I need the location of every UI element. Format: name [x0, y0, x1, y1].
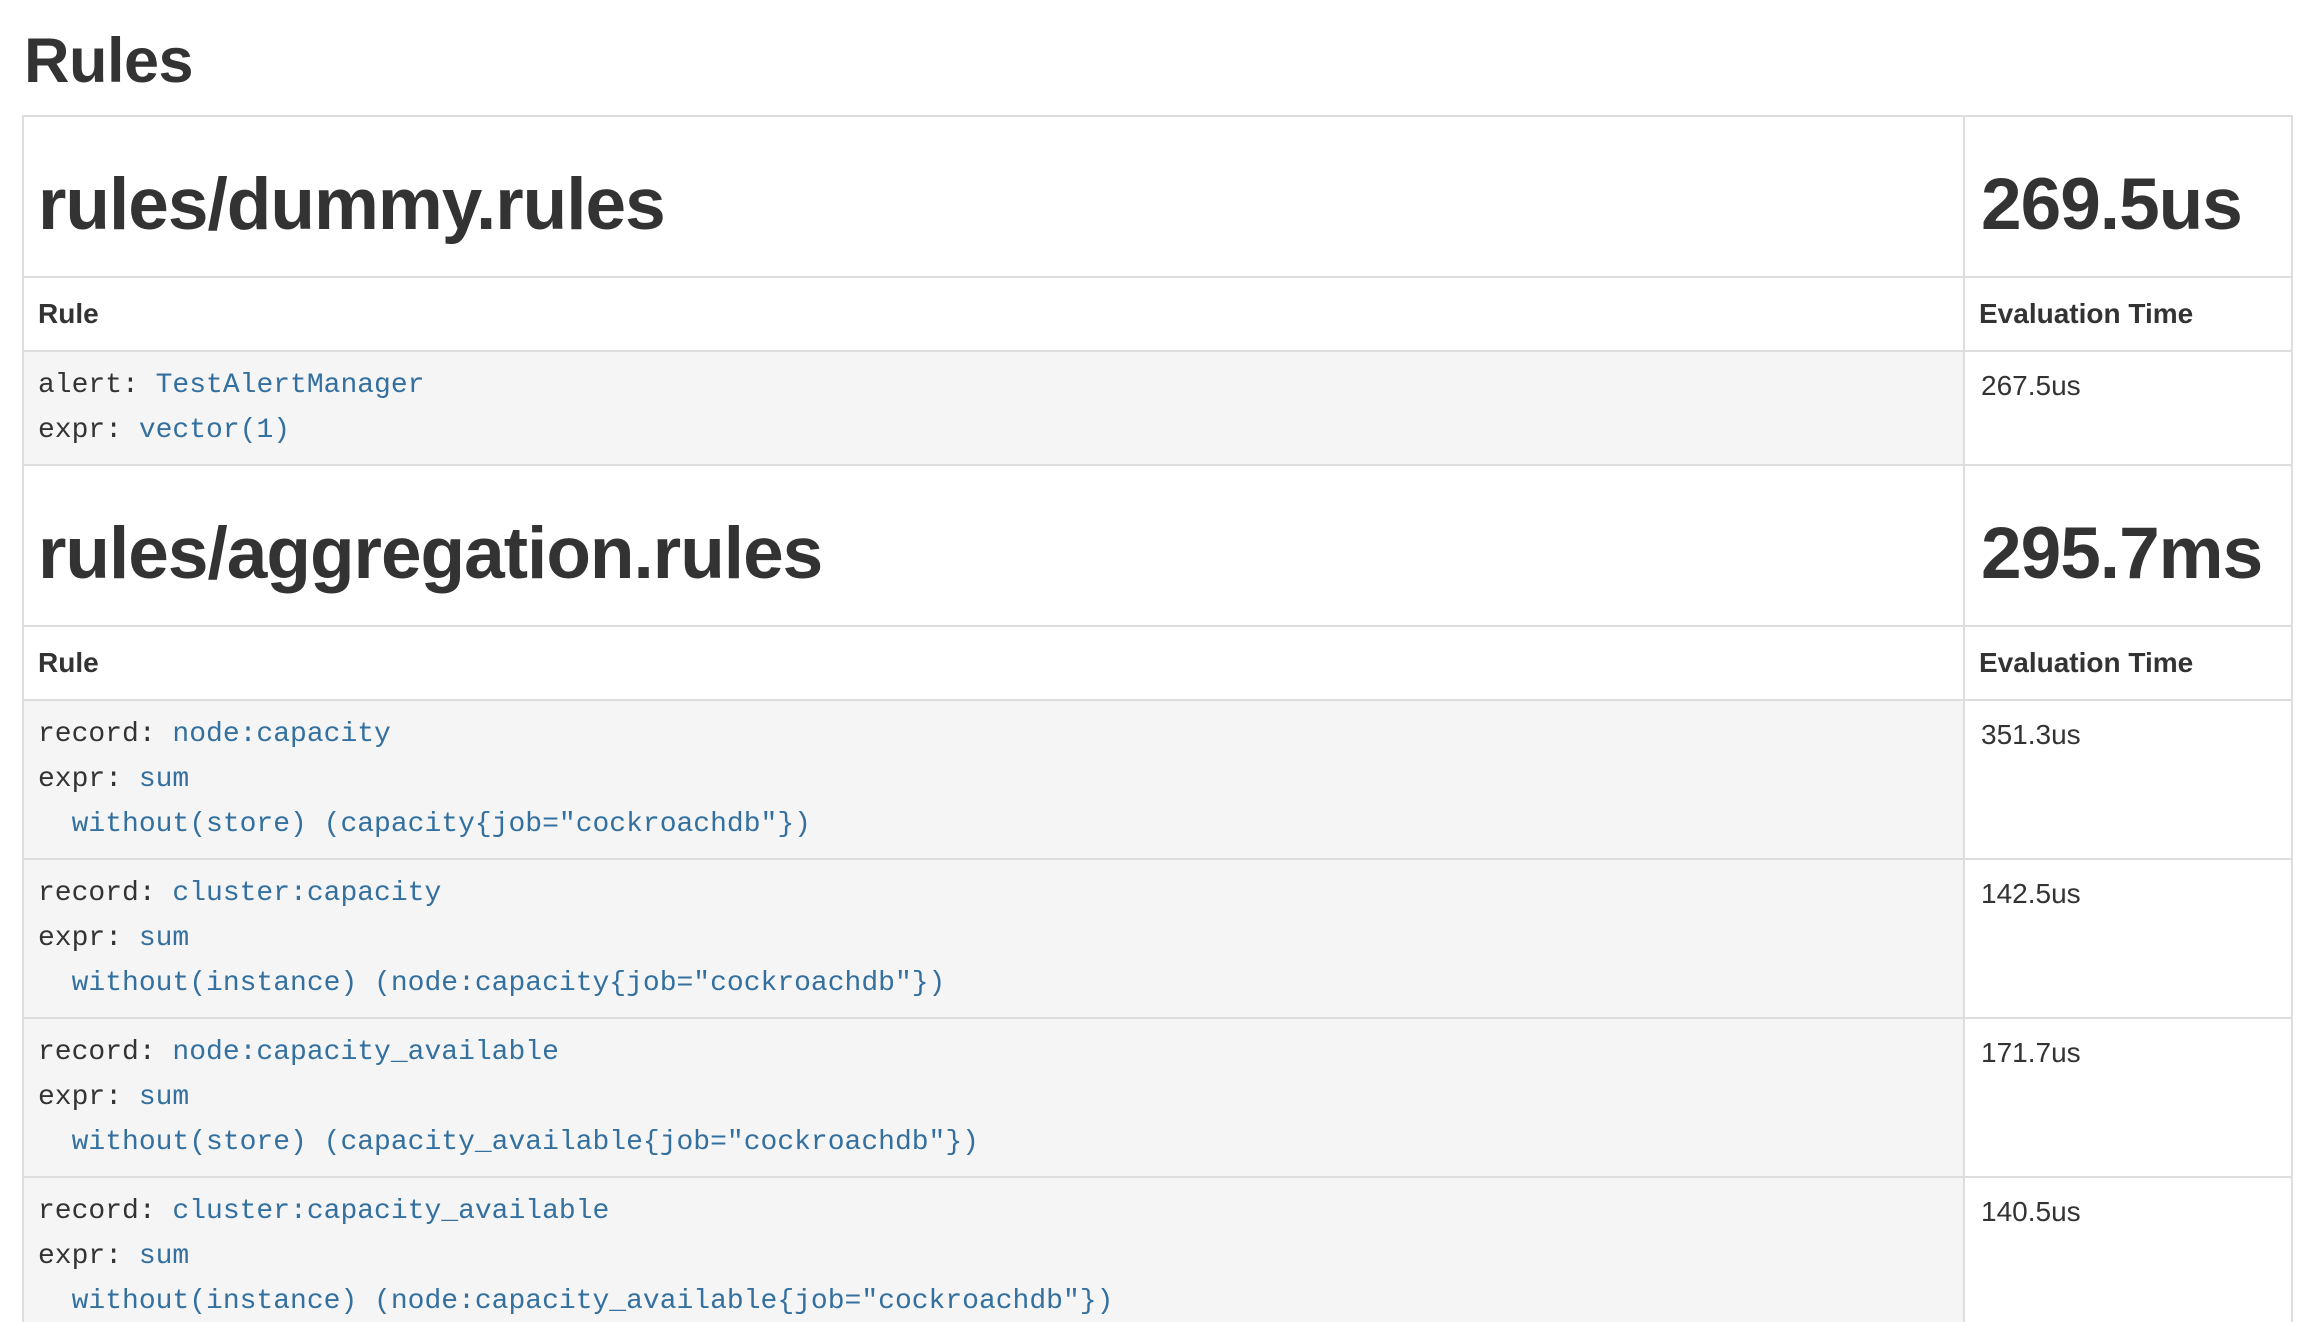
record-name-link[interactable]: node:capacity_available — [172, 1037, 558, 1068]
rule-expression: record: node:capacity expr: sum without(s… — [38, 712, 1949, 847]
rule-keyword: alert: — [38, 370, 156, 401]
rule-row: record: node:capacity expr: sum without(s… — [23, 700, 2292, 859]
rule-file-cell: rules/dummy.rules — [23, 116, 1964, 277]
rule-file-name: rules/aggregation.rules — [38, 514, 1949, 594]
rules-table: rules/dummy.rules 269.5us Rule Evaluatio… — [22, 115, 2293, 1322]
page-title: Rules — [24, 26, 2293, 96]
expr-link[interactable]: without(instance) (node:capacity{job="co… — [38, 968, 945, 999]
evaluation-time-value: 351.3us — [1964, 700, 2292, 859]
rule-keyword: expr: — [38, 1241, 139, 1272]
rule-row: alert: TestAlertManager expr: vector(1) 2… — [23, 351, 2292, 465]
rule-group-header-row: rules/dummy.rules 269.5us — [23, 116, 2292, 277]
evaluation-time-value: 142.5us — [1964, 859, 2292, 1018]
page-container: Rules rules/dummy.rules 269.5us Rule — [0, 26, 2316, 1322]
group-evaluation-total: 295.7ms — [1981, 514, 2275, 594]
rules-page: Rules rules/dummy.rules 269.5us Rule — [0, 0, 2316, 1322]
column-header-row: Rule Evaluation Time — [23, 626, 2292, 700]
rule-expression: record: cluster:capacity expr: sum withou… — [38, 871, 1949, 1006]
rule-expression-cell: alert: TestAlertManager expr: vector(1) — [23, 351, 1964, 465]
group-evaluation-total-cell: 295.7ms — [1964, 465, 2292, 626]
rule-expression: record: cluster:capacity_availableexpr: … — [38, 1189, 1949, 1322]
expr-link[interactable]: sum — [139, 1241, 189, 1272]
evaluation-time-value: 171.7us — [1964, 1018, 2292, 1177]
rule-expression-cell: record: node:capacity_available expr: sum… — [23, 1018, 1964, 1177]
rule-row: record: node:capacity_available expr: sum… — [23, 1018, 2292, 1177]
rule-keyword: record: — [38, 1196, 172, 1227]
evaluation-time-column-header: Evaluation Time — [1964, 626, 2292, 700]
expr-link[interactable]: sum — [139, 923, 189, 954]
evaluation-time-column-header: Evaluation Time — [1964, 277, 2292, 351]
rule-expression-cell: record: node:capacity expr: sum without(s… — [23, 700, 1964, 859]
evaluation-time-value: 267.5us — [1964, 351, 2292, 465]
rule-column-header: Rule — [23, 277, 1964, 351]
rule-row: record: cluster:capacity_availableexpr: … — [23, 1177, 2292, 1322]
expr-link[interactable]: without(store) (capacity_available{job="… — [38, 1127, 979, 1158]
rule-keyword: expr: — [38, 415, 139, 446]
group-evaluation-total: 269.5us — [1981, 165, 2275, 245]
rule-column-header: Rule — [23, 626, 1964, 700]
group-evaluation-total-cell: 269.5us — [1964, 116, 2292, 277]
expr-link[interactable]: sum — [139, 764, 189, 795]
expr-link[interactable]: vector(1) — [139, 415, 290, 446]
rule-keyword: record: — [38, 719, 172, 750]
expr-link[interactable]: without(store) (capacity{job="cockroachd… — [38, 809, 811, 840]
rule-keyword: expr: — [38, 764, 139, 795]
rule-keyword: record: — [38, 1037, 172, 1068]
rule-keyword: expr: — [38, 1082, 139, 1113]
rule-expression-cell: record: cluster:capacity expr: sum withou… — [23, 859, 1964, 1018]
rule-keyword: expr: — [38, 923, 139, 954]
record-name-link[interactable]: cluster:capacity — [172, 878, 441, 909]
rule-expression-cell: record: cluster:capacity_availableexpr: … — [23, 1177, 1964, 1322]
alert-name-link[interactable]: TestAlertManager — [156, 370, 425, 401]
rule-expression: record: node:capacity_available expr: sum… — [38, 1030, 1949, 1165]
expr-link[interactable]: sum — [139, 1082, 189, 1113]
rule-keyword: record: — [38, 878, 172, 909]
rule-file-name: rules/dummy.rules — [38, 165, 1949, 245]
expr-link[interactable]: without(instance) (node:capacity_availab… — [38, 1286, 1113, 1317]
column-header-row: Rule Evaluation Time — [23, 277, 2292, 351]
record-name-link[interactable]: node:capacity — [172, 719, 390, 750]
rule-group-header-row: rules/aggregation.rules 295.7ms — [23, 465, 2292, 626]
evaluation-time-value: 140.5us — [1964, 1177, 2292, 1322]
rule-expression: alert: TestAlertManager expr: vector(1) — [38, 363, 1949, 453]
rule-file-cell: rules/aggregation.rules — [23, 465, 1964, 626]
rule-row: record: cluster:capacity expr: sum withou… — [23, 859, 2292, 1018]
record-name-link[interactable]: cluster:capacity_available — [172, 1196, 609, 1227]
